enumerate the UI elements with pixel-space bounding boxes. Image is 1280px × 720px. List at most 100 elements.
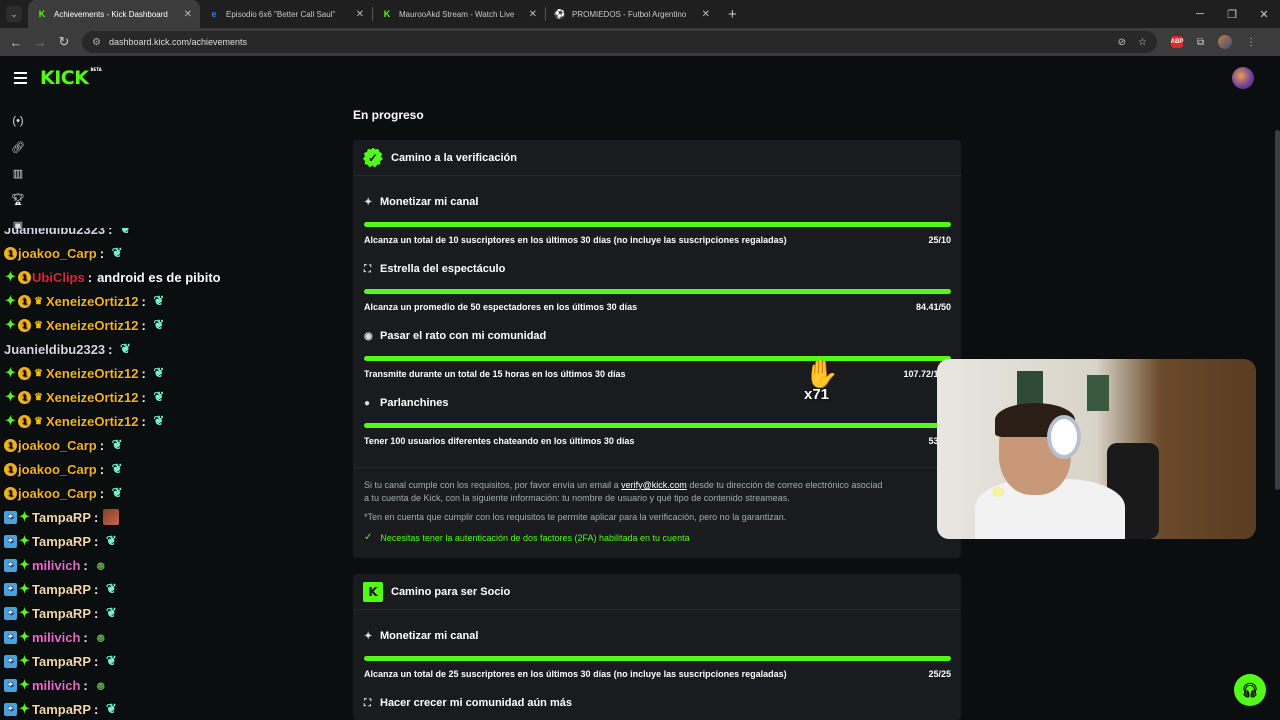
chat-username[interactable]: milivich — [32, 630, 80, 645]
chat-username[interactable]: TampaRP — [32, 582, 91, 597]
chat-username[interactable]: joakoo_Carp — [18, 462, 97, 477]
chat-username[interactable]: XeneizeOrtiz12 — [46, 390, 139, 405]
chat-username[interactable]: Juanieldibu2323 — [4, 342, 105, 357]
chat-username[interactable]: TampaRP — [32, 654, 91, 669]
chat-username[interactable]: XeneizeOrtiz12 — [46, 318, 139, 333]
browser-tab[interactable]: e Episodio 6x6 "Better Call Saul" ✕ — [200, 0, 372, 28]
chat-username[interactable]: UbiClips — [32, 270, 85, 285]
chat-username[interactable]: TampaRP — [32, 510, 91, 525]
kick-logo[interactable]: KICK BETA — [40, 67, 102, 89]
chat-username[interactable]: joakoo_Carp — [18, 486, 97, 501]
chat-separator: : — [94, 533, 99, 549]
green-badge-icon: ✦ — [19, 605, 30, 620]
restore-button[interactable]: ❐ — [1216, 8, 1248, 21]
goal-grow-community: ⛶ Hacer crecer mi comunidad aún más — [364, 697, 951, 709]
chat-username[interactable]: TampaRP — [32, 702, 91, 717]
chat-separator: : — [108, 228, 113, 237]
chat-username[interactable]: XeneizeOrtiz12 — [46, 294, 139, 309]
emote-count: x71 — [804, 386, 830, 403]
minimize-button[interactable]: ─ — [1184, 8, 1216, 20]
extensions-puzzle-icon[interactable]: ⧉ — [1197, 37, 1204, 48]
verify-email-link[interactable]: verify@kick.com — [621, 480, 687, 490]
chat-separator: : — [94, 581, 99, 597]
back-icon[interactable]: ← — [4, 35, 28, 50]
browser-menu-icon[interactable]: ⋮ — [1246, 37, 1256, 48]
tab-close-icon[interactable]: ✕ — [356, 9, 364, 20]
chat-separator: : — [94, 605, 99, 621]
people-icon: ⛶ — [364, 697, 371, 709]
adblock-icon[interactable]: ABP — [1171, 36, 1183, 48]
tab-close-icon[interactable]: ✕ — [184, 9, 192, 20]
chat-username[interactable]: joakoo_Carp — [18, 438, 97, 453]
green-badge-icon: ✦ — [5, 269, 16, 284]
chat-separator: : — [99, 461, 105, 477]
green-badge-icon: ✦ — [5, 413, 16, 428]
partner-card: K Camino para ser Socio ✦ Monetizar mi ca… — [353, 574, 961, 720]
mint-emote-icon: ❦ — [153, 317, 165, 332]
tab-search-button[interactable]: ⌄ — [6, 6, 22, 22]
page-scrollbar[interactable] — [1275, 130, 1280, 490]
chat-message: ✦ 1 ♛ XeneizeOrtiz12: ❦ — [4, 290, 167, 312]
chat-username[interactable]: milivich — [32, 678, 80, 693]
site-info-icon[interactable]: ⚙ — [92, 37, 101, 48]
browser-tab[interactable]: K Achievements - Kick Dashboard ✕ — [28, 0, 200, 28]
chat-username[interactable]: XeneizeOrtiz12 — [46, 414, 139, 429]
card-title: Camino a la verificación — [391, 151, 517, 164]
window-controls: ─ ❐ ✕ — [1184, 0, 1280, 28]
img-emote-icon — [103, 509, 120, 525]
goal-value: 25/10 — [928, 235, 951, 245]
gold-badge-icon: 1 — [18, 366, 31, 380]
goal-description: Transmite durante un total de 15 horas e… — [364, 369, 626, 379]
microphone — [992, 487, 1004, 497]
eye-off-icon[interactable]: ⊘ — [1118, 37, 1126, 48]
tab-title: PROMIEDOS - Futbol Argentino — [572, 9, 687, 19]
goal-name: Pasar el rato con mi comunidad — [380, 330, 547, 342]
chat-message: ⌖ ✦ milivich: ☻ — [4, 674, 109, 696]
gold-badge-icon: 1 — [18, 390, 31, 404]
mint-emote-icon: ❦ — [153, 293, 165, 308]
link-icon[interactable]: 🔗︎ — [0, 134, 36, 160]
pepe-emote-icon: ☻ — [93, 557, 108, 573]
chat-separator: : — [99, 437, 105, 453]
url-field[interactable]: ⚙ dashboard.kick.com/achievements ⊘ ☆ — [82, 31, 1157, 53]
menu-icon[interactable] — [14, 72, 27, 87]
chat-username[interactable]: Juanieldibu2323 — [4, 228, 105, 237]
goal-chatters: ● Parlanchines Tener 100 usuarios diferen… — [364, 397, 951, 446]
bookmark-star-icon[interactable]: ☆ — [1138, 37, 1147, 48]
browser-tab[interactable]: K MaurooAkd Stream - Watch Live ✕ — [373, 0, 545, 28]
pepe-emote-icon: ☻ — [93, 677, 108, 693]
chat-username[interactable]: TampaRP — [32, 534, 91, 549]
broadcast-icon[interactable]: (•) — [0, 108, 36, 134]
chat-message: ✦ 1 UbiClips: android es de pibito — [4, 266, 221, 288]
blue-badge-icon: ⌖ — [4, 630, 17, 644]
tab-close-icon[interactable]: ✕ — [529, 9, 537, 20]
forward-icon[interactable]: → — [28, 35, 52, 50]
goal-description: Alcanza un total de 25 suscriptores en l… — [364, 669, 787, 679]
close-window-button[interactable]: ✕ — [1248, 8, 1280, 21]
chat-message: ⌖ ✦ TampaRP: ❦ — [4, 578, 119, 600]
mint-emote-icon: ❦ — [105, 533, 117, 548]
chat-username[interactable]: joakoo_Carp — [18, 246, 97, 261]
chat-username[interactable]: milivich — [32, 558, 80, 573]
blue-badge-icon: ⌖ — [4, 654, 17, 668]
profile-avatar[interactable] — [1218, 35, 1233, 49]
tab-close-icon[interactable]: ✕ — [702, 9, 710, 20]
gold-badge-icon: 1 — [18, 318, 31, 332]
trophy-icon[interactable]: 🏆︎ — [0, 186, 36, 212]
chat-message: ⌖ ✦ TampaRP: ❦ — [4, 698, 119, 720]
chat-username[interactable]: XeneizeOrtiz12 — [46, 366, 139, 381]
note-text-continued: desde tu dirección de correo electrónico… — [689, 480, 883, 490]
tab-strip: K Achievements - Kick Dashboard ✕ e Episodio… — [28, 0, 718, 28]
user-avatar[interactable] — [1232, 67, 1254, 89]
help-chat-button[interactable]: 🎧︎ — [1234, 674, 1266, 706]
analytics-icon[interactable]: ▥ — [0, 160, 36, 186]
check-icon: ✓ — [364, 532, 373, 543]
green-badge-icon: ✦ — [19, 701, 30, 716]
reload-icon[interactable]: ↻ — [52, 34, 76, 50]
goal-name: Monetizar mi canal — [380, 630, 479, 642]
browser-tab[interactable]: ⚽ PROMIEDOS - Futbol Argentino ✕ — [546, 0, 718, 28]
new-tab-button[interactable]: + — [728, 6, 737, 23]
emote-combo: ✋ x71 — [804, 360, 839, 408]
chat-message: ⌖ ✦ milivich: ☻ — [4, 626, 109, 648]
chat-username[interactable]: TampaRP — [32, 606, 91, 621]
